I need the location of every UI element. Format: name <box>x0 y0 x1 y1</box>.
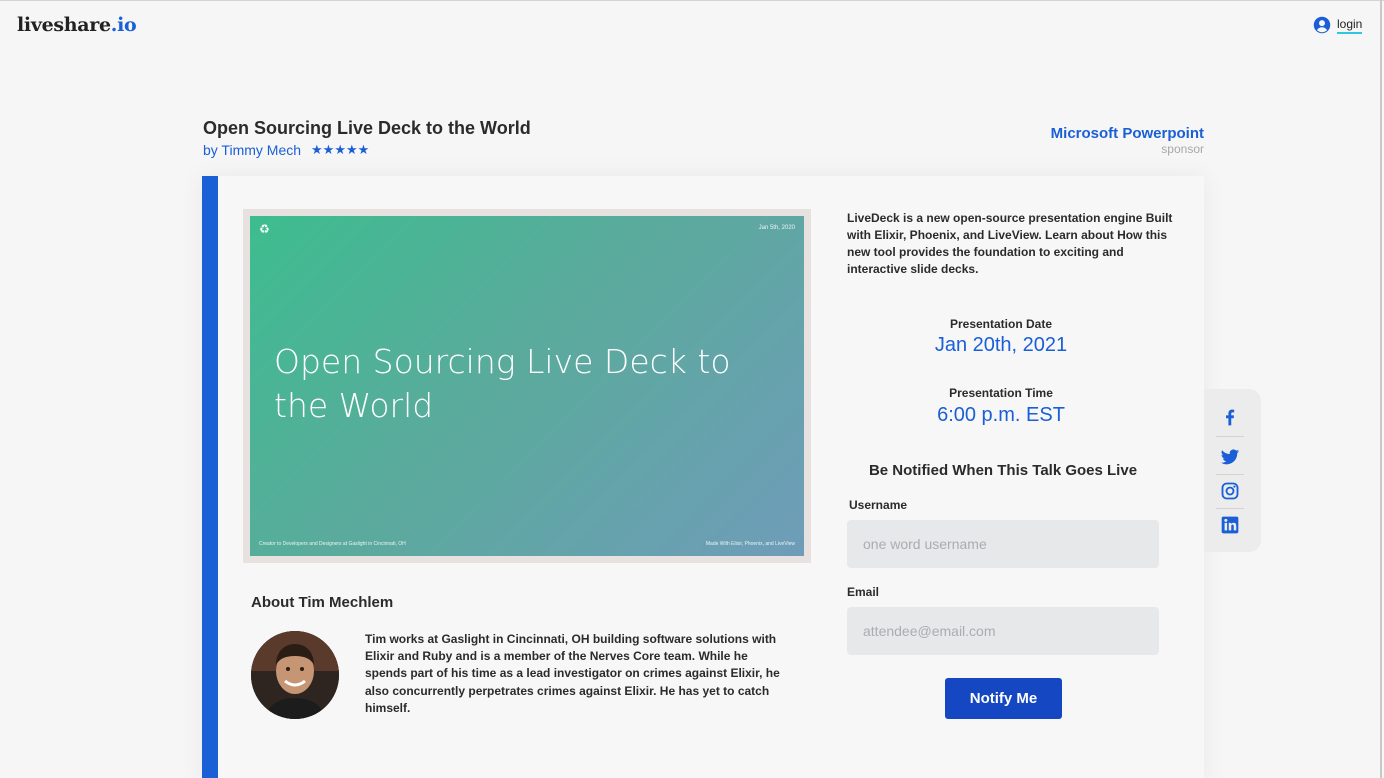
slide-date: Jan 5th, 2020 <box>758 225 795 231</box>
social-divider <box>1216 508 1244 509</box>
slide-footer-left: Creator to Developers and Designers at G… <box>259 541 406 547</box>
talk-byline: by Timmy Mech ★★★★★ <box>203 142 369 158</box>
linkedin-icon <box>1221 516 1239 534</box>
site-logo[interactable]: liveshare.io <box>17 14 137 36</box>
top-border <box>0 0 1384 1</box>
talk-card: ♻ Jan 5th, 2020 Open Sourcing Live Deck … <box>202 176 1204 778</box>
window-edge <box>1380 0 1382 778</box>
card-accent-bar <box>202 176 218 778</box>
sponsor-name[interactable]: Microsoft Powerpoint <box>1051 125 1204 142</box>
author-link[interactable]: by Timmy Mech <box>203 142 301 158</box>
email-label: Email <box>847 585 880 599</box>
speaker-bio: Tim works at Gaslight in Cincinnati, OH … <box>365 632 780 715</box>
time-value: 6:00 p.m. EST <box>937 404 1065 426</box>
instagram-icon <box>1221 482 1239 500</box>
facebook-icon <box>1226 409 1235 426</box>
instagram-link[interactable] <box>1216 477 1244 505</box>
linkedin-link[interactable] <box>1216 511 1244 539</box>
time-label: Presentation Time <box>949 386 1053 400</box>
login-label: login <box>1337 17 1363 34</box>
talk-description: LiveDeck is a new open-source presentati… <box>847 211 1173 276</box>
date-value: Jan 20th, 2021 <box>934 334 1068 356</box>
about-title: About Tim Mechlem <box>251 594 394 611</box>
notify-heading: Be Notified When This Talk Goes Live <box>868 462 1138 479</box>
date-label: Presentation Date <box>949 317 1053 331</box>
facebook-link[interactable] <box>1216 403 1244 431</box>
speaker-avatar <box>251 631 339 719</box>
logo-tld: .io <box>110 14 137 36</box>
username-label: Username <box>849 498 908 512</box>
user-circle-icon <box>1313 16 1331 34</box>
recycle-icon: ♻ <box>259 222 270 236</box>
slide-footer-right: Made With Elixir, Phoenix, and LiveView <box>705 541 795 547</box>
slide-title: Open Sourcing Live Deck to the World <box>274 342 731 425</box>
social-divider <box>1216 436 1244 437</box>
social-divider <box>1216 474 1244 475</box>
social-share-bar <box>1204 389 1261 552</box>
twitter-link[interactable] <box>1216 443 1244 471</box>
login-link[interactable]: login <box>1313 16 1363 34</box>
slide: ♻ Jan 5th, 2020 Open Sourcing Live Deck … <box>250 216 804 556</box>
rating-stars: ★★★★★ <box>311 142 370 157</box>
slide-preview[interactable]: ♻ Jan 5th, 2020 Open Sourcing Live Deck … <box>243 209 811 563</box>
talk-title: Open Sourcing Live Deck to the World <box>203 118 531 138</box>
logo-name: liveshare <box>17 14 111 36</box>
email-input[interactable] <box>847 607 1159 655</box>
notify-me-button[interactable]: Notify Me <box>945 678 1062 719</box>
twitter-icon <box>1220 449 1240 465</box>
username-input[interactable] <box>847 520 1159 568</box>
sponsor-label: sponsor <box>1161 142 1204 156</box>
